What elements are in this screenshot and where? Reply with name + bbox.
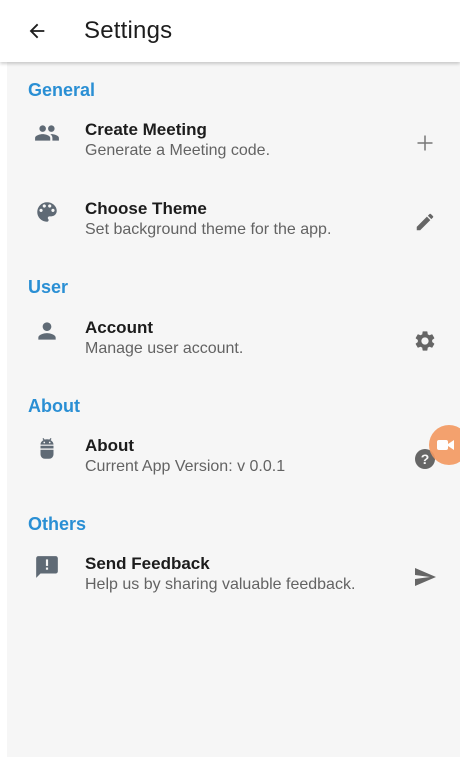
settings-item-subtitle: Current App Version: v 0.0.1	[85, 458, 286, 475]
app-bar: Settings	[0, 0, 460, 62]
palette-icon	[37, 202, 57, 222]
svg-text:?: ?	[421, 451, 430, 467]
settings-item-create-meeting[interactable]: Create Meeting Generate a Meeting code.	[7, 120, 460, 182]
edit-button[interactable]	[412, 209, 438, 235]
settings-item-title: Create Meeting	[85, 120, 207, 139]
video-call-icon	[437, 440, 454, 450]
send-button[interactable]	[412, 564, 438, 590]
section-header-general: General	[28, 80, 96, 100]
section-header-about: About	[28, 396, 80, 416]
section-header-user: User	[28, 277, 69, 297]
settings-item-subtitle: Set background theme for the app.	[85, 221, 332, 238]
android-icon	[40, 438, 54, 459]
settings-item-title: Choose Theme	[85, 199, 207, 218]
plus-button[interactable]	[412, 130, 438, 156]
settings-item-subtitle: Manage user account.	[85, 340, 244, 357]
send-icon	[415, 568, 436, 586]
settings-item-subtitle: Help us by sharing valuable feedback.	[85, 576, 356, 593]
plus-icon	[417, 135, 433, 151]
arrow-back-icon	[29, 23, 45, 39]
settings-item-choose-theme[interactable]: Choose Theme Set background theme for th…	[7, 199, 460, 261]
person-icon	[38, 322, 56, 340]
settings-item-title: Send Feedback	[85, 554, 210, 573]
settings-item-send-feedback[interactable]: Send Feedback Help us by sharing valuabl…	[7, 554, 460, 616]
gear-icon	[415, 331, 435, 351]
pencil-icon	[416, 213, 434, 231]
back-button[interactable]	[0, 0, 74, 62]
page-title: Settings	[84, 17, 173, 44]
settings-list: General Create Meeting Generate a Meetin…	[7, 62, 460, 757]
settings-item-about[interactable]: About Current App Version: v 0.0.1 ?	[7, 436, 460, 498]
settings-button[interactable]	[412, 328, 438, 354]
settings-item-title: About	[85, 436, 135, 455]
group-icon	[35, 125, 59, 141]
settings-item-account[interactable]: Account Manage user account.	[7, 318, 460, 380]
section-header-others: Others	[28, 514, 87, 534]
feedback-icon	[36, 556, 58, 578]
settings-item-subtitle: Generate a Meeting code.	[85, 142, 271, 159]
settings-item-title: Account	[85, 318, 153, 337]
